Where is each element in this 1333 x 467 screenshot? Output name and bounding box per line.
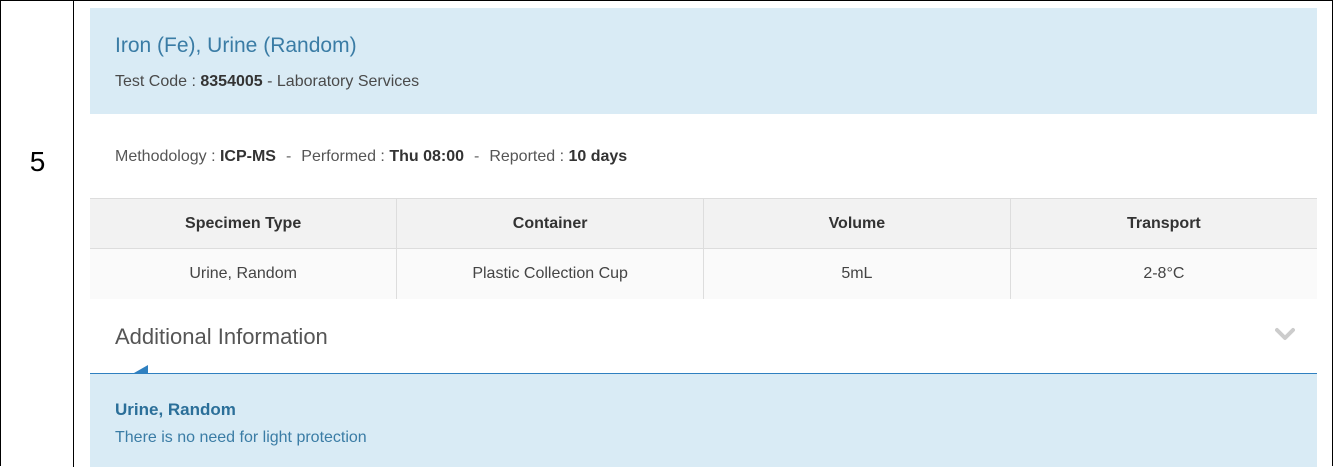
methodology-label: Methodology : — [115, 148, 220, 165]
test-header: Iron (Fe), Urine (Random) Test Code : 83… — [90, 8, 1317, 114]
test-card: Iron (Fe), Urine (Random) Test Code : 83… — [90, 8, 1317, 467]
cell-specimen-type: Urine, Random — [90, 248, 398, 300]
column-header-specimen-type: Specimen Type — [90, 198, 398, 249]
cell-transport: 2-8°C — [1010, 248, 1317, 300]
column-header-container: Container — [396, 198, 704, 249]
cell-container: Plastic Collection Cup — [396, 248, 704, 300]
methodology-value: ICP-MS — [219, 148, 276, 165]
test-name-link[interactable]: Iron (Fe), Urine (Random) — [115, 34, 357, 58]
performed-label: Performed : — [301, 148, 390, 165]
tab-pointer — [134, 365, 148, 373]
reported-value: 10 days — [568, 148, 628, 165]
test-code-line: Test Code : 8354005 - Laboratory Service… — [115, 73, 419, 91]
additional-info-title: Additional Information — [115, 324, 328, 349]
additional-info-text: There is no need for light protection — [115, 429, 367, 446]
column-header-transport: Transport — [1010, 198, 1317, 249]
cell-volume: 5mL — [703, 248, 1011, 300]
test-meta-line: Methodology : ICP-MS - Performed : Thu 08:… — [115, 148, 627, 166]
test-code-value: 8354005 — [200, 73, 263, 90]
test-code-label: Test Code : — [115, 73, 201, 90]
additional-info-panel: Urine, Random There is no need for light… — [90, 373, 1317, 467]
test-code-suffix: - Laboratory Services — [262, 73, 420, 90]
meta-separator: - — [474, 148, 480, 165]
table-row: Urine, Random Plastic Collection Cup 5mL… — [90, 248, 1317, 300]
row-number: 5 — [29, 146, 46, 177]
column-header-volume: Volume — [703, 198, 1011, 249]
reported-label: Reported : — [489, 148, 569, 165]
row-number-cell: 5 — [1, 1, 74, 467]
additional-info-specimen: Urine, Random — [115, 400, 236, 419]
specimen-table: Specimen Type Container Volume Transport… — [90, 198, 1317, 300]
additional-info-toggle[interactable]: Additional Information — [90, 299, 1317, 373]
table-frame: 5 Iron (Fe), Urine (Random) Test Code : … — [0, 0, 1333, 467]
performed-value: Thu 08:00 — [389, 148, 464, 165]
table-header-row: Specimen Type Container Volume Transport — [90, 198, 1317, 249]
meta-separator: - — [285, 148, 292, 165]
chevron-down-icon[interactable] — [1275, 327, 1295, 341]
